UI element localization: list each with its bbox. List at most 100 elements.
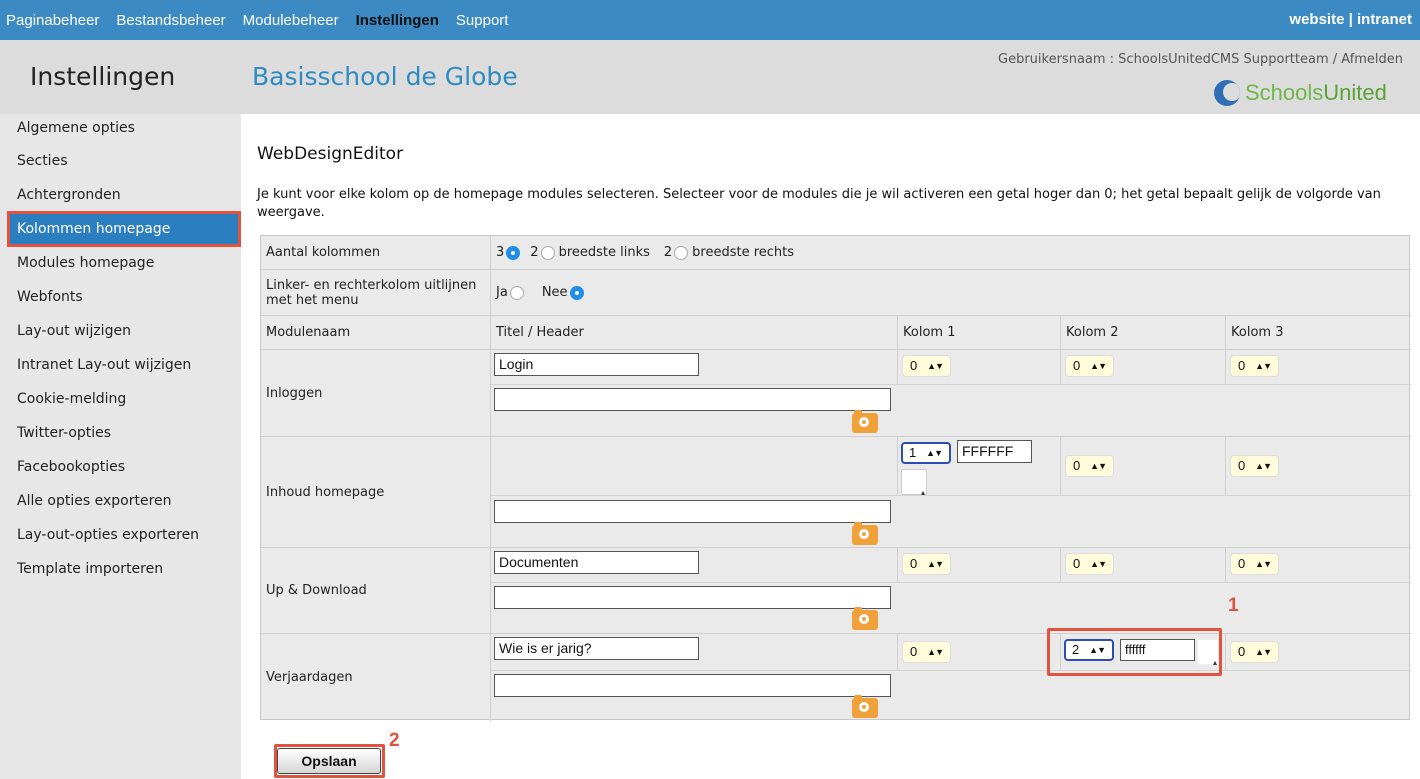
kolom-2-select[interactable]: 0 ▲▼ bbox=[1065, 455, 1114, 477]
select-value: 0 bbox=[1073, 556, 1081, 571]
camera-icon[interactable] bbox=[852, 410, 878, 433]
aantal-kolommen-label: Aantal kolommen bbox=[266, 245, 381, 260]
sidebar-item-intranet-layout[interactable]: Intranet Lay-out wijzigen bbox=[0, 348, 241, 382]
module-name: Inloggen bbox=[266, 385, 323, 401]
header-titel: Titel / Header bbox=[496, 325, 584, 340]
sidebar-item-secties[interactable]: Secties bbox=[0, 144, 241, 178]
header-kolom-3: Kolom 3 bbox=[1231, 325, 1284, 340]
kolom-3-select[interactable]: 0 ▲▼ bbox=[1230, 553, 1279, 575]
page-title: WebDesignEditor bbox=[257, 144, 404, 164]
module-name: Verjaardagen bbox=[266, 670, 353, 685]
select-value: 0 bbox=[910, 358, 918, 373]
radio-ja[interactable] bbox=[509, 285, 524, 300]
select-arrows-icon: ▲▼ bbox=[1090, 361, 1107, 371]
switcher-separator: | bbox=[1348, 11, 1353, 28]
save-button[interactable]: Opslaan bbox=[277, 748, 381, 774]
sidebar: Algemene opties Secties Achtergronden Ko… bbox=[0, 114, 241, 779]
site-switcher: website | intranet bbox=[1289, 0, 1412, 40]
columns-settings-table: Aantal kolommen 3 2 breedste links 2 bre… bbox=[260, 235, 1411, 721]
sidebar-item-cookie-melding[interactable]: Cookie-melding bbox=[0, 382, 241, 416]
sidebar-item-template-importeren[interactable]: Template importeren bbox=[0, 552, 241, 586]
select-arrows-icon: ▲▼ bbox=[926, 448, 943, 458]
nav-tabs: Paginabeheer Bestandsbeheer Modulebeheer… bbox=[6, 0, 525, 40]
table-row: Verjaardagen Wie is er jarig? 0 ▲▼ 2 ▲▼ ff… bbox=[261, 634, 1411, 721]
school-name: Basisschool de Globe bbox=[252, 62, 518, 91]
tab-bestandsbeheer[interactable]: Bestandsbeheer bbox=[116, 12, 225, 29]
sidebar-item-webfonts[interactable]: Webfonts bbox=[0, 280, 241, 314]
select-arrows-icon: ▲▼ bbox=[927, 647, 944, 657]
kolom-3-select[interactable]: 0 ▲▼ bbox=[1230, 641, 1279, 663]
radio-2-columns-right[interactable] bbox=[674, 245, 689, 260]
title-input[interactable]: Wie is er jarig? bbox=[494, 637, 699, 660]
table-row: Inhoud homepage 1 ▲▼ FFFFFF 0 ▲▼ 0 ▲▼ bbox=[261, 437, 1411, 548]
kolom-1-select[interactable]: 0 ▲▼ bbox=[902, 553, 951, 575]
highlight-box-1 bbox=[1047, 628, 1222, 676]
select-arrows-icon: ▲▼ bbox=[1255, 559, 1272, 569]
select-value: 0 bbox=[910, 644, 918, 659]
color-swatch[interactable] bbox=[901, 469, 927, 497]
sidebar-item-facebookopties[interactable]: Facebookopties bbox=[0, 450, 241, 484]
header-input[interactable] bbox=[494, 388, 891, 411]
kolom-1-select[interactable]: 1 ▲▼ bbox=[901, 442, 951, 464]
aantal-kolommen-options: 3 2 breedste links 2 breedste rechts bbox=[491, 236, 1391, 269]
header-kolom-2: Kolom 2 bbox=[1066, 325, 1119, 340]
camera-icon[interactable] bbox=[852, 607, 878, 630]
sidebar-item-layout-wijzigen[interactable]: Lay-out wijzigen bbox=[0, 314, 241, 348]
select-value: 0 bbox=[1238, 358, 1246, 373]
tab-support[interactable]: Support bbox=[456, 12, 509, 29]
select-arrows-icon: ▲▼ bbox=[927, 361, 944, 371]
sidebar-item-twitter-opties[interactable]: Twitter-opties bbox=[0, 416, 241, 450]
kolom-2-select[interactable]: 0 ▲▼ bbox=[1065, 553, 1114, 575]
page-header: Instellingen Basisschool de Globe Gebrui… bbox=[0, 40, 1420, 114]
radio-3-columns[interactable] bbox=[506, 245, 521, 260]
kolom-3-select[interactable]: 0 ▲▼ bbox=[1230, 455, 1279, 477]
website-link[interactable]: website bbox=[1289, 11, 1344, 28]
annotation-marker-1: 1 bbox=[1228, 595, 1239, 616]
header-input[interactable] bbox=[494, 500, 891, 523]
option-ja-label: Ja bbox=[496, 285, 508, 300]
radio-nee[interactable] bbox=[569, 285, 584, 300]
radio-2-columns-left[interactable] bbox=[540, 245, 555, 260]
tab-instellingen[interactable]: Instellingen bbox=[356, 12, 439, 29]
select-value: 1 bbox=[909, 445, 917, 460]
sidebar-item-achtergronden[interactable]: Achtergronden bbox=[0, 178, 241, 212]
header-input[interactable] bbox=[494, 674, 891, 697]
tab-modulebeheer[interactable]: Modulebeheer bbox=[243, 12, 339, 29]
globe-logo-icon bbox=[1214, 80, 1240, 106]
kolom-3-select[interactable]: 0 ▲▼ bbox=[1230, 355, 1279, 377]
logo-text-united: United bbox=[1323, 80, 1387, 105]
tab-paginabeheer[interactable]: Paginabeheer bbox=[6, 12, 99, 29]
uitlijnen-options: Ja Nee bbox=[491, 270, 1391, 315]
select-value: 0 bbox=[1073, 358, 1081, 373]
sidebar-item-layout-opties-exporteren[interactable]: Lay-out-opties exporteren bbox=[0, 518, 241, 552]
sidebar-item-alle-opties-exporteren[interactable]: Alle opties exporteren bbox=[0, 484, 241, 518]
kolom-2-select[interactable]: 0 ▲▼ bbox=[1065, 355, 1114, 377]
option-2-right-text: breedste rechts bbox=[692, 245, 795, 260]
option-3-label: 3 bbox=[496, 245, 505, 260]
intro-text: Je kunt voor elke kolom op de homepage m… bbox=[257, 187, 1381, 220]
select-value: 0 bbox=[1073, 458, 1081, 473]
sidebar-item-modules-homepage[interactable]: Modules homepage bbox=[0, 246, 241, 280]
sidebar-item-algemene-opties[interactable]: Algemene opties bbox=[0, 114, 241, 144]
camera-icon[interactable] bbox=[852, 522, 878, 545]
title-input[interactable]: Documenten bbox=[494, 551, 699, 574]
camera-icon[interactable] bbox=[852, 695, 878, 718]
table-row: Inloggen Login 0 ▲▼ 0 ▲▼ 0 ▲▼ bbox=[261, 350, 1411, 437]
uitlijnen-label: Linker- en rechterkolom uitlijnen met he… bbox=[266, 277, 477, 308]
row-uitlijnen: Linker- en rechterkolom uitlijnen met he… bbox=[261, 270, 1411, 316]
intranet-link[interactable]: intranet bbox=[1357, 11, 1412, 28]
table-row: Up & Download Documenten 0 ▲▼ 0 ▲▼ 0 ▲▼ bbox=[261, 548, 1411, 634]
kolom-1-select[interactable]: 0 ▲▼ bbox=[902, 355, 951, 377]
kolom-1-select[interactable]: 0 ▲▼ bbox=[902, 641, 951, 663]
row-aantal-kolommen: Aantal kolommen 3 2 breedste links 2 bre… bbox=[261, 236, 1411, 270]
option-2-right-label: 2 bbox=[663, 245, 673, 260]
sidebar-item-kolommen-homepage[interactable]: Kolommen homepage bbox=[7, 211, 241, 247]
select-arrows-icon: ▲▼ bbox=[1255, 461, 1272, 471]
title-input[interactable]: Login bbox=[494, 353, 699, 376]
select-value: 0 bbox=[910, 556, 918, 571]
color-input[interactable]: FFFFFF bbox=[957, 440, 1032, 463]
option-2-left-label: 2 bbox=[530, 245, 539, 260]
header-input[interactable] bbox=[494, 586, 891, 609]
select-value: 0 bbox=[1238, 458, 1246, 473]
select-arrows-icon: ▲▼ bbox=[927, 559, 944, 569]
